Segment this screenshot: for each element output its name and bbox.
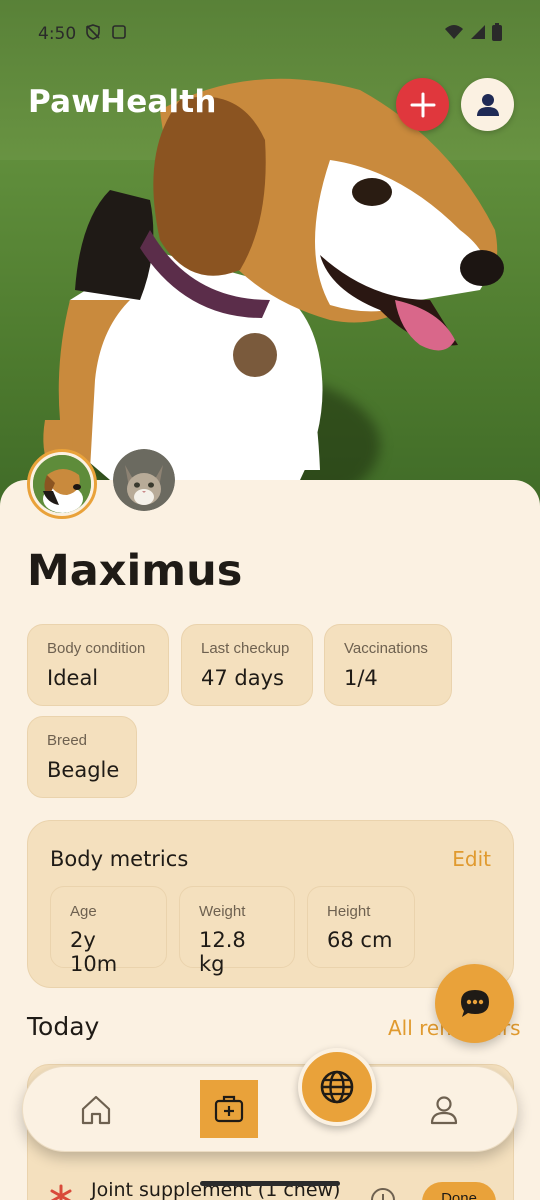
pet-avatar-cat[interactable] xyxy=(113,449,175,511)
metric-chip-height: Height 68 cm xyxy=(307,886,415,968)
stat-value: 1/4 xyxy=(344,666,378,690)
beagle-photo xyxy=(43,78,504,480)
metric-chip-weight: Weight 12.8 kg xyxy=(179,886,295,976)
add-icon xyxy=(410,92,435,117)
app-title: PawHealth xyxy=(28,84,217,120)
account-button[interactable] xyxy=(461,78,514,131)
person-icon xyxy=(430,1096,458,1125)
stat-value: Beagle xyxy=(47,758,120,782)
add-pet-button[interactable] xyxy=(396,78,449,131)
metric-value: 2y 10m xyxy=(70,928,118,976)
pet-hero-photo xyxy=(0,0,540,520)
stat-chip-last-checkup: Last checkup 47 days xyxy=(181,624,313,706)
metric-chip-age: Age 2y 10m xyxy=(50,886,167,976)
pet-name: Maximus xyxy=(27,546,243,596)
globe-icon xyxy=(320,1070,354,1104)
home-indicator[interactable] xyxy=(200,1181,340,1186)
wifi-icon xyxy=(444,24,464,45)
stat-value: Ideal xyxy=(47,666,99,690)
chat-icon xyxy=(460,989,489,1017)
stat-label: Vaccinations xyxy=(344,640,428,657)
metric-label: Age xyxy=(70,903,97,920)
medical-kit-icon xyxy=(214,1095,244,1123)
profile-icon xyxy=(476,93,499,116)
chat-button[interactable] xyxy=(435,964,514,1043)
stat-label: Body condition xyxy=(47,640,146,657)
metric-value: 12.8 kg xyxy=(199,928,246,976)
stat-chip-body-condition: Body condition Ideal xyxy=(27,624,169,706)
shield-status-icon xyxy=(84,23,102,46)
nav-health-records[interactable] xyxy=(200,1080,258,1138)
metric-label: Height xyxy=(327,903,371,920)
body-metrics-title: Body metrics xyxy=(50,847,189,871)
battery-icon xyxy=(492,22,502,46)
clock-icon xyxy=(370,1187,396,1200)
stat-chip-breed: Breed Beagle xyxy=(27,716,137,798)
screen-status-icon xyxy=(110,23,128,46)
edit-metrics-button[interactable]: Edit xyxy=(452,847,491,871)
nav-home[interactable] xyxy=(75,1089,117,1131)
metric-value: 68 cm xyxy=(327,928,393,952)
metric-label: Weight xyxy=(199,903,246,920)
bottom-navigation xyxy=(22,1048,518,1152)
reminder-done-button[interactable]: Done xyxy=(422,1182,496,1200)
stat-label: Breed xyxy=(47,732,88,749)
status-time: 4:50 xyxy=(38,24,77,44)
nav-explore[interactable] xyxy=(298,1048,376,1126)
pet-avatar-selected[interactable] xyxy=(27,449,97,519)
status-bar: 4:50 xyxy=(38,20,502,48)
today-heading: Today xyxy=(27,1012,100,1041)
signal-icon xyxy=(470,24,486,45)
home-icon xyxy=(81,1095,111,1125)
stat-chip-vaccinations: Vaccinations 1/4 xyxy=(324,624,452,706)
nav-profile[interactable] xyxy=(423,1089,465,1131)
body-metrics-card: Body metrics Edit Age 2y 10m Weight 12.8… xyxy=(27,820,514,988)
stat-label: Last checkup xyxy=(201,640,290,657)
stat-value: 47 days xyxy=(201,666,284,690)
pill-icon xyxy=(48,1183,74,1200)
